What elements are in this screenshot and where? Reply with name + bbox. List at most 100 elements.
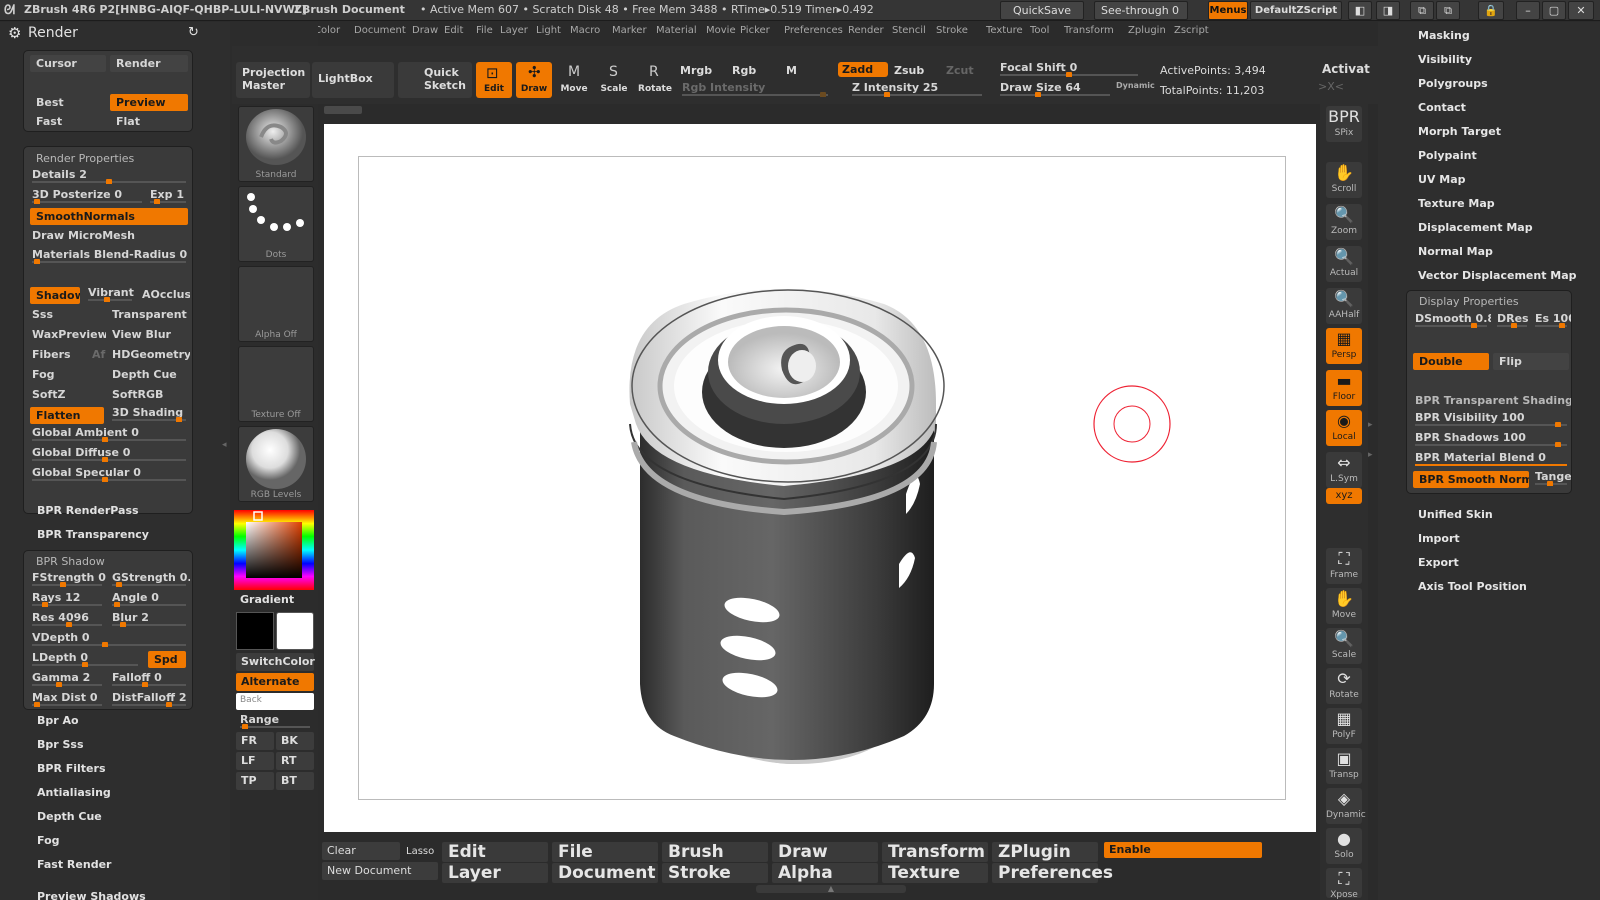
menu-zscript[interactable]: Zscript [1174,25,1209,36]
lasso-button[interactable]: Lasso [406,846,434,857]
alternate-button[interactable]: Alternate [236,673,314,691]
left-sub-fast-render[interactable]: Fast Render [37,858,111,871]
back-view-button[interactable]: BK [276,732,314,750]
zsub-button[interactable]: Zsub [894,64,924,77]
subpalette-polypaint[interactable]: Polypaint [1418,149,1477,162]
depth-cue-button[interactable]: Depth Cue [106,367,190,384]
details-slider[interactable]: Details 2 [26,167,190,184]
subpalette-vector-displacement-map[interactable]: Vector Displacement Map [1418,269,1577,282]
tool-dynamic-button[interactable]: ◈ Dynamic [1326,788,1366,824]
aocclusion-button[interactable]: AOcclusi [136,287,190,304]
tool-polyf-button[interactable]: ▦ PolyF [1326,708,1362,744]
focal-shift-slider[interactable]: Focal Shift 0 [994,60,1142,77]
bottle-model[interactable] [324,124,1316,832]
close-icon[interactable]: ✕ [1568,1,1594,20]
left-sub-fog[interactable]: Fog [37,834,60,847]
af-button[interactable]: Af [86,347,108,364]
cursor-button[interactable]: Cursor [30,55,106,72]
draw-menu-button[interactable]: Draw [772,842,878,862]
subpalette-texture-map[interactable]: Texture Map [1418,197,1495,210]
canvas-scroll-handle[interactable] [324,106,362,114]
flat-button[interactable]: Flat [110,113,188,130]
alpha-slot[interactable]: Alpha Off [238,266,314,342]
subpalette-normal-map[interactable]: Normal Map [1418,245,1493,258]
tool-local-button[interactable]: ◉ Local [1326,410,1362,446]
menu-light[interactable]: Light [536,25,561,36]
ui-toggle-icon[interactable]: ⧉ [1410,1,1434,20]
tool-xpose-button[interactable]: ⛶ Xpose [1326,868,1362,900]
new-document-button[interactable]: New Document [322,862,438,880]
menu-tool[interactable]: Tool [1030,25,1049,36]
tool-solo-button[interactable]: ● Solo [1326,828,1362,864]
tangent-slider[interactable]: Tange [1529,469,1571,486]
tool-scale-button[interactable]: 🔍 Scale [1326,628,1362,664]
flip-button[interactable]: Flip [1493,353,1569,370]
window-layout2-icon[interactable]: ◨ [1376,1,1400,20]
distfalloff-slider[interactable]: DistFalloff 2 [106,690,190,707]
symmetry-axis-icon[interactable]: >X< [1318,80,1344,93]
gradient-label[interactable]: Gradient [240,593,294,606]
tool-spix-button[interactable]: BPR SPix [1326,106,1362,142]
angle-slider[interactable]: Angle 0 [106,590,190,607]
gamma-slider[interactable]: Gamma 2 [26,670,106,687]
menu-zplugin[interactable]: Zplugin [1128,25,1166,36]
file-menu-button[interactable]: File [552,842,658,862]
brush-slot[interactable]: Standard [238,106,314,182]
fibers-button[interactable]: Fibers [26,347,92,364]
transform-menu-button[interactable]: Transform [882,842,988,862]
maximize-icon[interactable]: ▢ [1542,1,1566,20]
bottom-tray-collapse-icon[interactable]: ▲ [756,885,906,893]
refresh-icon[interactable]: ↻ [188,25,199,40]
draw-micromesh-button[interactable]: Draw MicroMesh [26,228,190,245]
fast-button[interactable]: Fast [30,113,106,130]
render-button[interactable]: Render [110,55,188,72]
tool-xyz-button[interactable]: xyz [1326,488,1362,504]
left-sub-preview-shadows[interactable]: Preview Shadows [37,890,146,900]
bpr-shadows-slider[interactable]: BPR Shadows 100 [1409,430,1571,447]
switchcolor-button[interactable]: SwitchColor [236,653,315,671]
right-tray-collapse-icon[interactable]: ▸ ▸ [1368,300,1376,480]
hdgeometry-button[interactable]: HDGeometry [106,347,190,364]
global-specular-slider[interactable]: Global Specular 0 [26,465,190,482]
sss-button[interactable]: Sss [26,307,106,324]
stroke-slot[interactable]: Dots [238,186,314,262]
projection-master-button[interactable]: Projection Master [236,62,310,98]
preferences-menu-button[interactable]: Preferences [992,863,1113,883]
tool-frame-button[interactable]: ⛶ Frame [1326,548,1362,584]
gstrength-slider[interactable]: GStrength 0.5 [106,570,190,587]
global-ambient-slider[interactable]: Global Ambient 0 [26,425,190,442]
subpalette-morph-target[interactable]: Morph Target [1418,125,1501,138]
falloff-slider[interactable]: Falloff 0 [106,670,190,687]
enable-button[interactable]: Enable [1104,842,1262,858]
quicksave-button[interactable]: QuickSave [1000,1,1084,20]
left-view-button[interactable]: LF [236,752,274,770]
texture-slot[interactable]: Texture Off [238,346,314,422]
shadows-button[interactable]: Shadows [30,287,80,304]
menu-movie[interactable]: Movie [706,25,736,36]
blur-slider[interactable]: Blur 2 [106,610,190,627]
ui-toggle2-icon[interactable]: ⧉ [1436,1,1460,20]
menu-draw[interactable]: Draw [412,25,438,36]
ldepth-slider[interactable]: LDepth 0 [26,650,142,667]
subpalette-displacement-map[interactable]: Displacement Map [1418,221,1533,234]
left-sub-bpr-ao[interactable]: Bpr Ao [37,714,79,727]
subpalette-axis-tool-position[interactable]: Axis Tool Position [1418,580,1527,593]
fog-button[interactable]: Fog [26,367,106,384]
materials-blend-radius-slider[interactable]: Materials Blend-Radius 0 [26,247,190,264]
es-slider[interactable]: Es 100 [1529,311,1571,328]
right-view-button[interactable]: RT [276,752,314,770]
softz-button[interactable]: SoftZ [26,387,106,404]
tool-actual-button[interactable]: 🔍 Actual [1326,246,1362,282]
vibrant-slider[interactable]: Vibrant [82,285,136,302]
bpr-transparency-header[interactable]: BPR Transparency [37,528,149,541]
subpalette-polygroups[interactable]: Polygroups [1418,77,1488,90]
tool-floor-button[interactable]: ▬ Floor [1326,370,1362,406]
subpalette-masking[interactable]: Masking [1418,29,1470,42]
menu-transform[interactable]: Transform [1064,25,1114,36]
zplugin-menu-button[interactable]: ZPlugin [992,842,1098,862]
tool-lsym-button[interactable]: ⇔ L.Sym [1326,452,1362,488]
lightbox-button[interactable]: LightBox [312,62,394,98]
preview-button[interactable]: Preview [110,94,188,111]
layer-menu-button[interactable]: Layer [442,863,548,883]
subpalette-uv-map[interactable]: UV Map [1418,173,1466,186]
